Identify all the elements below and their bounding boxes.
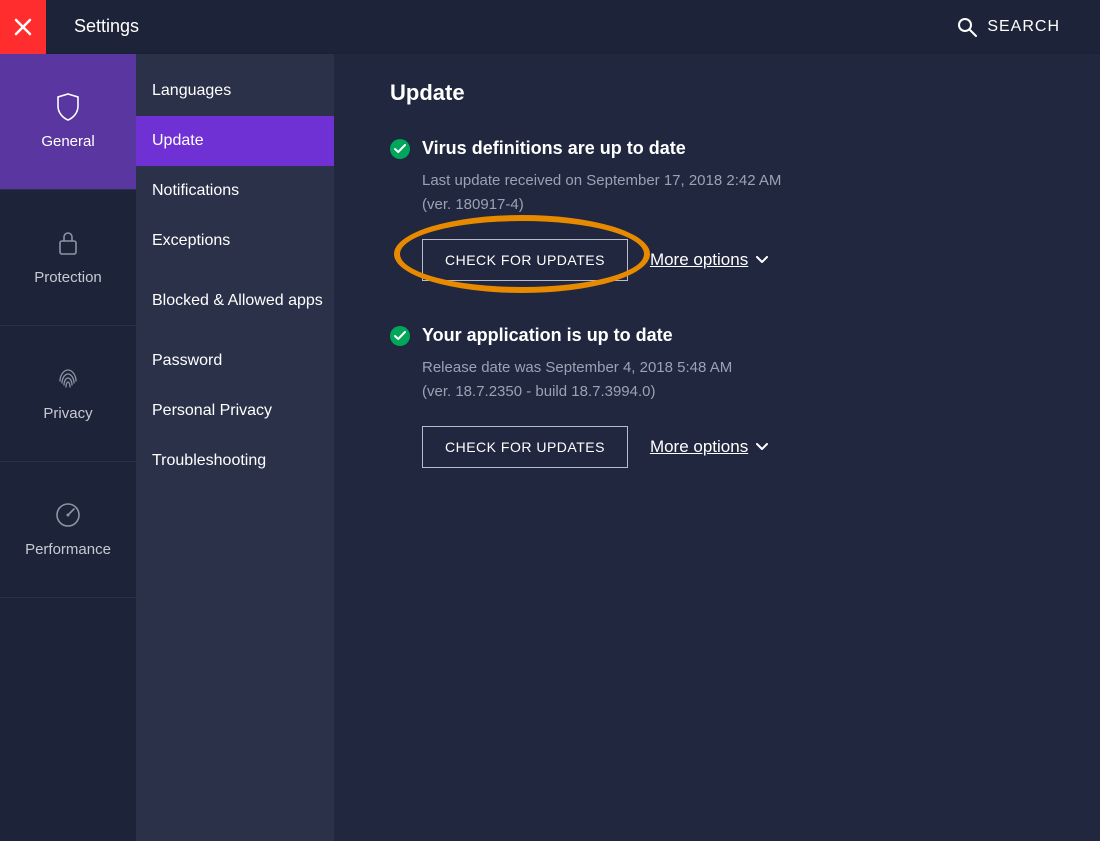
more-options-label: More options — [650, 437, 748, 457]
subnav-label: Exceptions — [152, 232, 230, 250]
lock-icon — [54, 229, 82, 257]
check-icon — [390, 326, 410, 346]
chevron-down-icon — [756, 256, 768, 264]
subnav-password[interactable]: Password — [136, 336, 334, 386]
subnav: Languages Update Notifications Exception… — [136, 54, 334, 841]
section-heading: Virus definitions are up to date — [390, 138, 1100, 159]
category-general[interactable]: General — [0, 54, 136, 190]
category-label: Privacy — [43, 405, 92, 422]
more-options-label: More options — [650, 250, 748, 270]
subnav-troubleshooting[interactable]: Troubleshooting — [136, 436, 334, 486]
application-section: Your application is up to date Release d… — [390, 325, 1100, 468]
check-icon — [390, 139, 410, 159]
highlight-annotation: CHECK FOR UPDATES — [422, 239, 628, 281]
subnav-personal-privacy[interactable]: Personal Privacy — [136, 386, 334, 436]
subnav-notifications[interactable]: Notifications — [136, 166, 334, 216]
search-label: SEARCH — [987, 18, 1060, 36]
search-button[interactable]: SEARCH — [957, 17, 1060, 37]
app-status-title: Your application is up to date — [422, 325, 673, 346]
body: General Protection Privacy Performance L… — [0, 54, 1100, 841]
virus-actions: CHECK FOR UPDATES More options — [422, 239, 1100, 281]
subnav-label: Languages — [152, 82, 231, 100]
page-title: Update — [390, 80, 1100, 106]
shield-icon — [54, 93, 82, 121]
fingerprint-icon — [54, 365, 82, 393]
category-privacy[interactable]: Privacy — [0, 326, 136, 462]
check-virus-updates-button[interactable]: CHECK FOR UPDATES — [422, 239, 628, 281]
category-label: General — [41, 133, 94, 150]
gauge-icon — [54, 501, 82, 529]
subnav-label: Password — [152, 352, 222, 370]
app-version: (ver. 18.7.2350 - build 18.7.3994.0) — [422, 380, 1100, 404]
topbar-title: Settings — [74, 16, 139, 37]
virus-last-update: Last update received on September 17, 20… — [422, 169, 1100, 193]
close-button[interactable] — [0, 0, 46, 54]
app-actions: CHECK FOR UPDATES More options — [422, 426, 1100, 468]
topbar: Settings SEARCH — [0, 0, 1100, 54]
app-more-options[interactable]: More options — [650, 437, 768, 457]
virus-status-title: Virus definitions are up to date — [422, 138, 686, 159]
close-icon — [14, 18, 32, 36]
subnav-label: Notifications — [152, 182, 239, 200]
category-label: Protection — [34, 269, 102, 286]
virus-version: (ver. 180917-4) — [422, 193, 1100, 217]
search-icon — [957, 17, 977, 37]
subnav-label: Personal Privacy — [152, 402, 272, 420]
check-app-updates-button[interactable]: CHECK FOR UPDATES — [422, 426, 628, 468]
virus-status-details: Last update received on September 17, 20… — [422, 169, 1100, 217]
subnav-update[interactable]: Update — [136, 116, 334, 166]
subnav-blocked-allowed-apps[interactable]: Blocked & Allowed apps — [136, 266, 334, 336]
subnav-languages[interactable]: Languages — [136, 66, 334, 116]
category-sidebar: General Protection Privacy Performance — [0, 54, 136, 841]
main-content: Update Virus definitions are up to date … — [334, 54, 1100, 841]
subnav-label: Update — [152, 132, 204, 150]
subnav-label: Blocked & Allowed apps — [152, 290, 323, 312]
subnav-label: Troubleshooting — [152, 452, 266, 470]
virus-more-options[interactable]: More options — [650, 250, 768, 270]
app-release-date: Release date was September 4, 2018 5:48 … — [422, 356, 1100, 380]
category-performance[interactable]: Performance — [0, 462, 136, 598]
virus-definitions-section: Virus definitions are up to date Last up… — [390, 138, 1100, 281]
chevron-down-icon — [756, 443, 768, 451]
app-status-details: Release date was September 4, 2018 5:48 … — [422, 356, 1100, 404]
subnav-exceptions[interactable]: Exceptions — [136, 216, 334, 266]
category-label: Performance — [25, 541, 111, 558]
section-heading: Your application is up to date — [390, 325, 1100, 346]
category-protection[interactable]: Protection — [0, 190, 136, 326]
